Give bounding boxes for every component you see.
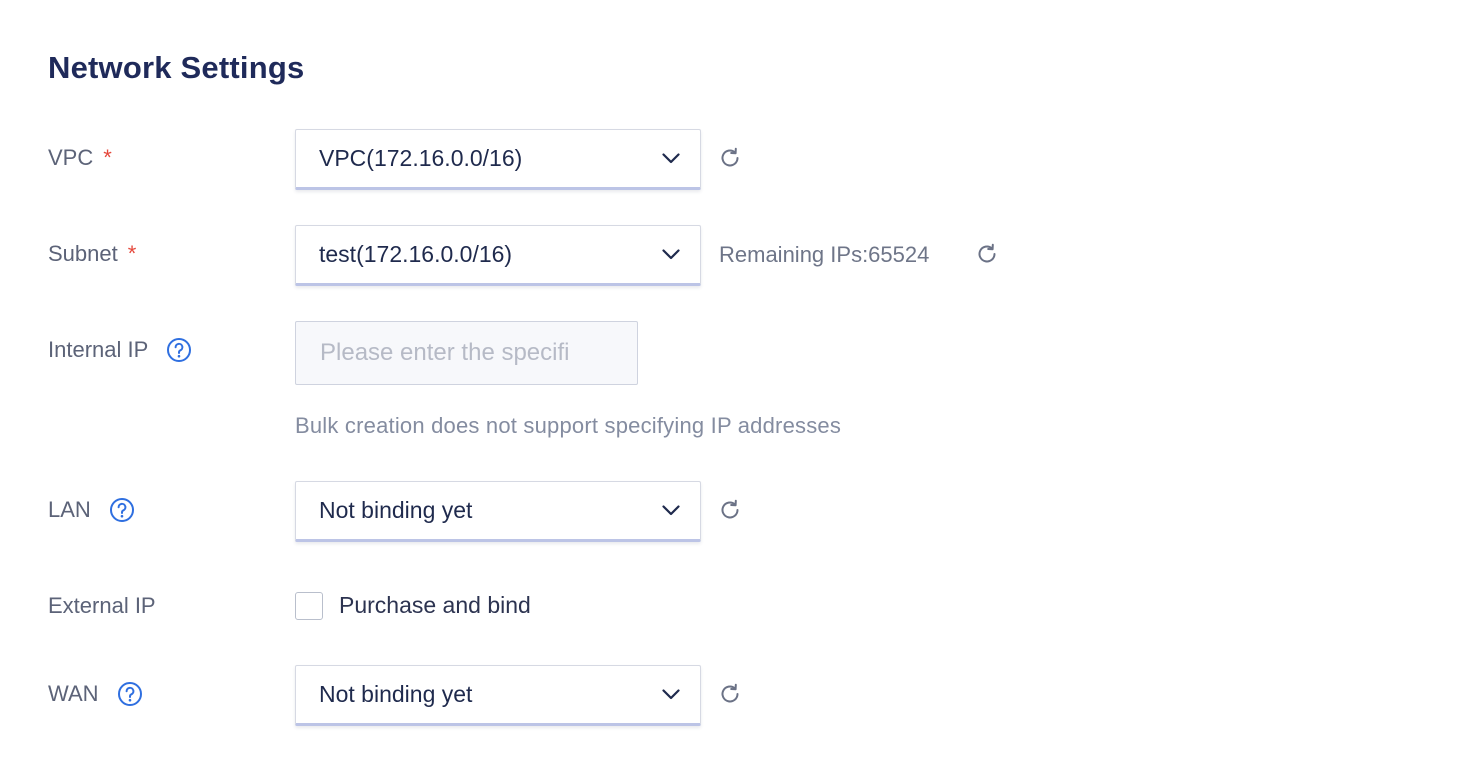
vpc-select[interactable]: VPC(172.16.0.0/16) bbox=[295, 129, 701, 190]
lan-label-group: LAN bbox=[48, 497, 135, 523]
help-circle-icon[interactable] bbox=[109, 497, 135, 523]
internal-ip-hint: Bulk creation does not support specifyin… bbox=[295, 413, 842, 438]
lan-select-value: Not binding yet bbox=[319, 497, 473, 523]
internal-ip-input[interactable] bbox=[295, 321, 638, 385]
chevron-down-icon bbox=[660, 244, 682, 266]
wan-refresh-icon[interactable] bbox=[717, 681, 743, 707]
purchase-and-bind-checkbox[interactable] bbox=[295, 592, 323, 620]
external-ip-label: External IP bbox=[48, 593, 156, 618]
lan-label: LAN bbox=[48, 497, 91, 522]
wan-select[interactable]: Not binding yet bbox=[295, 665, 701, 726]
internal-ip-label: Internal IP bbox=[48, 337, 149, 362]
wan-label-group: WAN bbox=[48, 681, 143, 707]
chevron-down-icon bbox=[660, 148, 682, 170]
internal-ip-label-group: Internal IP bbox=[48, 337, 192, 363]
vpc-label-group: VPC * bbox=[48, 145, 112, 171]
vpc-select-value: VPC(172.16.0.0/16) bbox=[319, 145, 523, 171]
subnet-label-group: Subnet * bbox=[48, 241, 136, 267]
lan-refresh-icon[interactable] bbox=[717, 497, 743, 523]
vpc-label: VPC bbox=[48, 145, 94, 170]
external-ip-label-group: External IP bbox=[48, 593, 156, 619]
remaining-ips-text: Remaining IPs:65524 bbox=[719, 242, 930, 267]
vpc-refresh-icon[interactable] bbox=[717, 145, 743, 171]
subnet-select[interactable]: test(172.16.0.0/16) bbox=[295, 225, 701, 286]
chevron-down-icon bbox=[660, 684, 682, 706]
subnet-refresh-icon[interactable] bbox=[974, 241, 1000, 267]
chevron-down-icon bbox=[660, 500, 682, 522]
subnet-label: Subnet bbox=[48, 241, 118, 266]
network-settings-title: Network Settings bbox=[48, 50, 305, 85]
subnet-select-value: test(172.16.0.0/16) bbox=[319, 241, 513, 267]
wan-label: WAN bbox=[48, 681, 99, 706]
lan-select[interactable]: Not binding yet bbox=[295, 481, 701, 542]
help-circle-icon[interactable] bbox=[117, 681, 143, 707]
required-mark: * bbox=[127, 241, 137, 266]
purchase-and-bind-label[interactable]: Purchase and bind bbox=[339, 592, 531, 619]
help-circle-icon[interactable] bbox=[166, 337, 192, 363]
wan-select-value: Not binding yet bbox=[319, 681, 473, 707]
required-mark: * bbox=[103, 145, 112, 170]
